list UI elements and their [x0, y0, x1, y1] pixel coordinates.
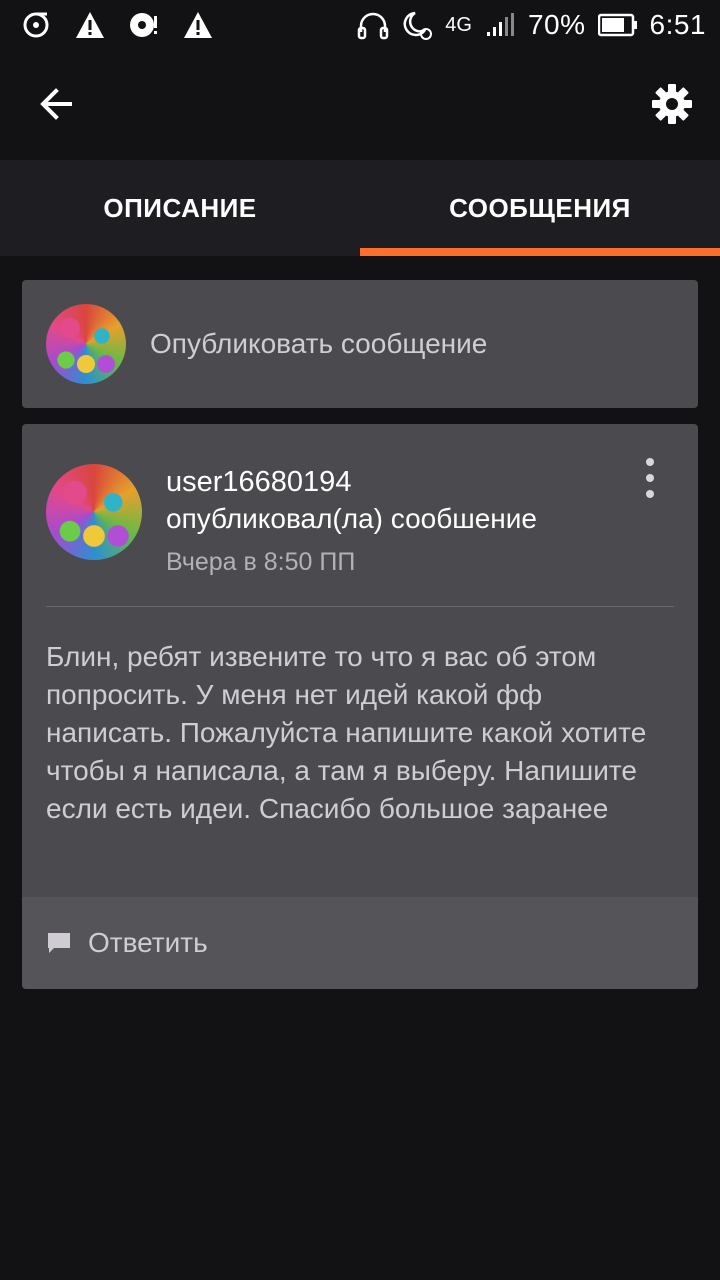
more-options-button[interactable]: [640, 458, 660, 498]
reply-label: Ответить: [88, 927, 208, 958]
signal-icon: [484, 9, 516, 41]
message-header: user16680194 опубликовал(ла) сообшение В…: [46, 464, 698, 604]
more-vertical-icon: [646, 458, 654, 466]
username[interactable]: user16680194: [166, 464, 537, 500]
battery-percent: 70%: [527, 9, 586, 40]
clock: 6:51: [649, 9, 706, 40]
settings-button[interactable]: [648, 80, 696, 128]
timestamp: Вчера в 8:50 ПП: [166, 548, 356, 576]
headphones-icon: [357, 9, 389, 41]
warning-icon: [182, 9, 214, 41]
compose-message-card[interactable]: Опубликовать сообщение: [22, 280, 698, 408]
compose-placeholder: Опубликовать сообщение: [150, 328, 488, 359]
message-body: Блин, ребят извените то что я вас об это…: [46, 641, 647, 824]
message-card: user16680194 опубликовал(ла) сообшение В…: [22, 424, 698, 989]
status-left-icons: [20, 9, 236, 41]
back-button[interactable]: [32, 80, 80, 128]
tab-messages[interactable]: СООБЩЕНИЯ: [360, 160, 720, 256]
arrow-left-icon: [40, 88, 72, 120]
status-bar: 4G 70% 6:51: [0, 0, 720, 50]
battery-icon: [597, 9, 638, 41]
reply-button[interactable]: Ответить: [22, 897, 698, 989]
tab-description[interactable]: ОПИСАНИЕ: [0, 160, 360, 256]
moon-alarm-icon: [401, 9, 433, 41]
network-type: 4G: [445, 13, 472, 36]
message-meta: user16680194 опубликовал(ла) сообшение В…: [166, 464, 537, 582]
more-vertical-icon-dot: [646, 490, 654, 498]
gear-icon: [652, 84, 692, 124]
more-vertical-icon-dot: [646, 474, 654, 482]
tab-bar: ОПИСАНИЕ СООБЩЕНИЯ: [0, 160, 720, 256]
music-icon: [20, 9, 52, 41]
warning-icon: [74, 9, 106, 41]
divider: [46, 606, 674, 607]
post-action-text: опубликовал(ла) сообшение: [166, 503, 537, 534]
record-icon: [128, 9, 160, 41]
app-bar: [0, 50, 720, 160]
comment-icon: [46, 930, 72, 956]
avatar[interactable]: [46, 464, 142, 560]
status-right-icons: 4G 70% 6:51: [345, 9, 706, 41]
avatar: [46, 304, 126, 384]
